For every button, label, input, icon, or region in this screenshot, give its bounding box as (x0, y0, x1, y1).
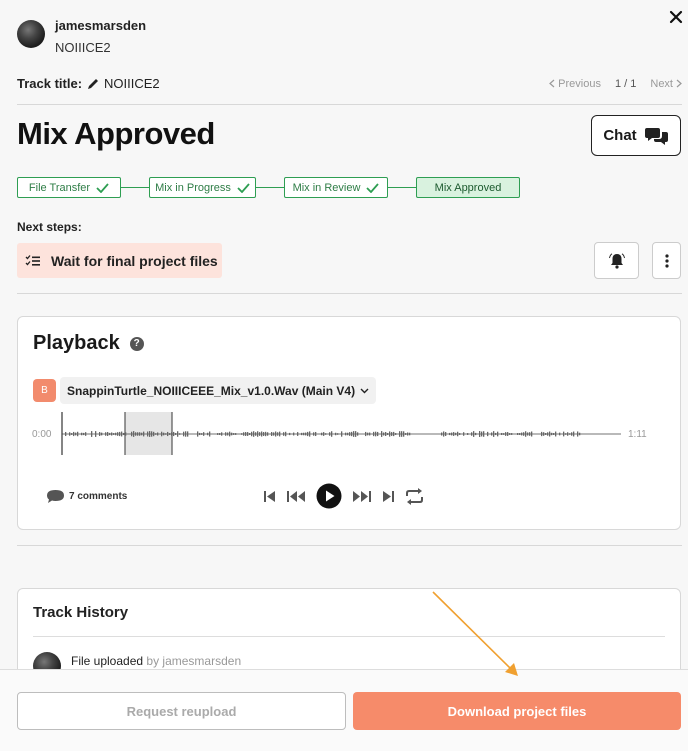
chat-label: Chat (603, 127, 637, 144)
next-step-item: Wait for final project files (17, 243, 222, 278)
divider (17, 293, 682, 294)
pager: Previous 1 / 1 Next (549, 78, 682, 90)
chevron-left-icon (549, 79, 555, 88)
step-connector (256, 187, 284, 188)
next-button[interactable]: Next (650, 78, 682, 90)
help-icon[interactable]: ? (129, 336, 144, 351)
username: jamesmarsden (55, 18, 147, 33)
track-title-row: Track title: NOIIICE2 Previous 1 / 1 Nex… (17, 76, 682, 91)
step-label: Mix in Progress (155, 181, 231, 194)
pencil-icon[interactable] (86, 77, 100, 91)
divider (17, 104, 682, 105)
skip-to-start-button[interactable] (263, 490, 276, 503)
chat-bubbles-icon (644, 127, 668, 145)
track-history-title: Track History (33, 604, 129, 621)
divider (33, 636, 665, 637)
status-title: Mix Approved (17, 116, 215, 151)
avatar (17, 20, 45, 48)
skip-previous-icon (264, 490, 275, 502)
chevron-right-icon (676, 79, 682, 88)
play-icon (316, 483, 342, 509)
checklist-icon (25, 254, 40, 266)
waveform[interactable] (61, 411, 621, 457)
skip-next-icon (383, 490, 394, 502)
play-button[interactable] (316, 483, 342, 509)
history-action: File uploaded (71, 654, 144, 668)
request-reupload-button[interactable]: Request reupload (17, 692, 346, 730)
comments-count: 7 comments (69, 491, 128, 502)
next-label: Next (650, 77, 673, 90)
file-select[interactable]: SnappinTurtle_NOIIICEEE_Mix_v1.0.Wav (Ma… (60, 377, 377, 404)
step-label: File Transfer (28, 181, 91, 194)
divider (17, 545, 682, 546)
notifications-button[interactable] (594, 242, 639, 279)
step-mix-approved: Mix Approved (416, 177, 520, 198)
loop-button[interactable] (405, 487, 424, 505)
previous-button[interactable]: Previous (549, 78, 601, 90)
time-end: 1:11 (628, 429, 647, 440)
user-header: jamesmarsden NOIIICE2 (17, 18, 146, 55)
chat-button[interactable]: Chat (591, 115, 681, 156)
progress-steps: File Transfer Mix in Progress Mix in Rev… (17, 177, 520, 198)
step-connector (121, 187, 149, 188)
check-icon (237, 182, 250, 193)
transport-controls (263, 483, 424, 509)
step-label: Mix in Review (292, 181, 361, 194)
track-title-label: Track title: (17, 76, 83, 91)
step-file-transfer: File Transfer (17, 177, 121, 198)
more-options-button[interactable] (652, 242, 681, 279)
step-mix-in-review: Mix in Review (284, 177, 388, 198)
check-icon (96, 182, 109, 193)
next-steps-label: Next steps: (17, 220, 82, 234)
skip-to-end-button[interactable] (382, 490, 395, 503)
step-label: Mix Approved (434, 181, 502, 194)
close-icon (669, 10, 683, 24)
kebab-menu-icon (664, 253, 669, 268)
playback-heading: Playback (33, 332, 120, 354)
chevron-down-icon (360, 388, 369, 393)
user-track-name: NOIIICE2 (55, 40, 111, 55)
fast-forward-icon (353, 490, 371, 502)
playback-title: Playback ? (33, 332, 144, 355)
rewind-button[interactable] (286, 490, 306, 503)
time-start: 0:00 (32, 429, 52, 440)
download-project-files-button[interactable]: Download project files (353, 692, 681, 730)
comment-icon (47, 490, 64, 503)
repeat-icon (406, 487, 423, 505)
playback-card: Playback ? B SnappinTurtle_NOIIICEEE_Mix… (17, 316, 681, 530)
next-step-text: Wait for final project files (51, 252, 218, 269)
version-badge: B (33, 379, 56, 402)
track-title[interactable]: NOIIICE2 (104, 76, 160, 91)
previous-label: Previous (558, 77, 601, 90)
footer-bar: Request reupload Download project files (0, 669, 688, 751)
page-count: 1 / 1 (614, 77, 637, 90)
close-button[interactable] (666, 7, 686, 27)
file-name: SnappinTurtle_NOIIICEEE_Mix_v1.0.Wav (Ma… (67, 383, 356, 398)
step-mix-in-progress: Mix in Progress (149, 177, 256, 198)
check-icon (366, 182, 380, 193)
step-connector (388, 187, 416, 188)
bell-icon (608, 252, 625, 269)
comments-link[interactable]: 7 comments (46, 489, 127, 504)
fast-forward-button[interactable] (352, 490, 372, 503)
rewind-icon (287, 490, 305, 502)
history-author: by jamesmarsden (146, 654, 242, 668)
